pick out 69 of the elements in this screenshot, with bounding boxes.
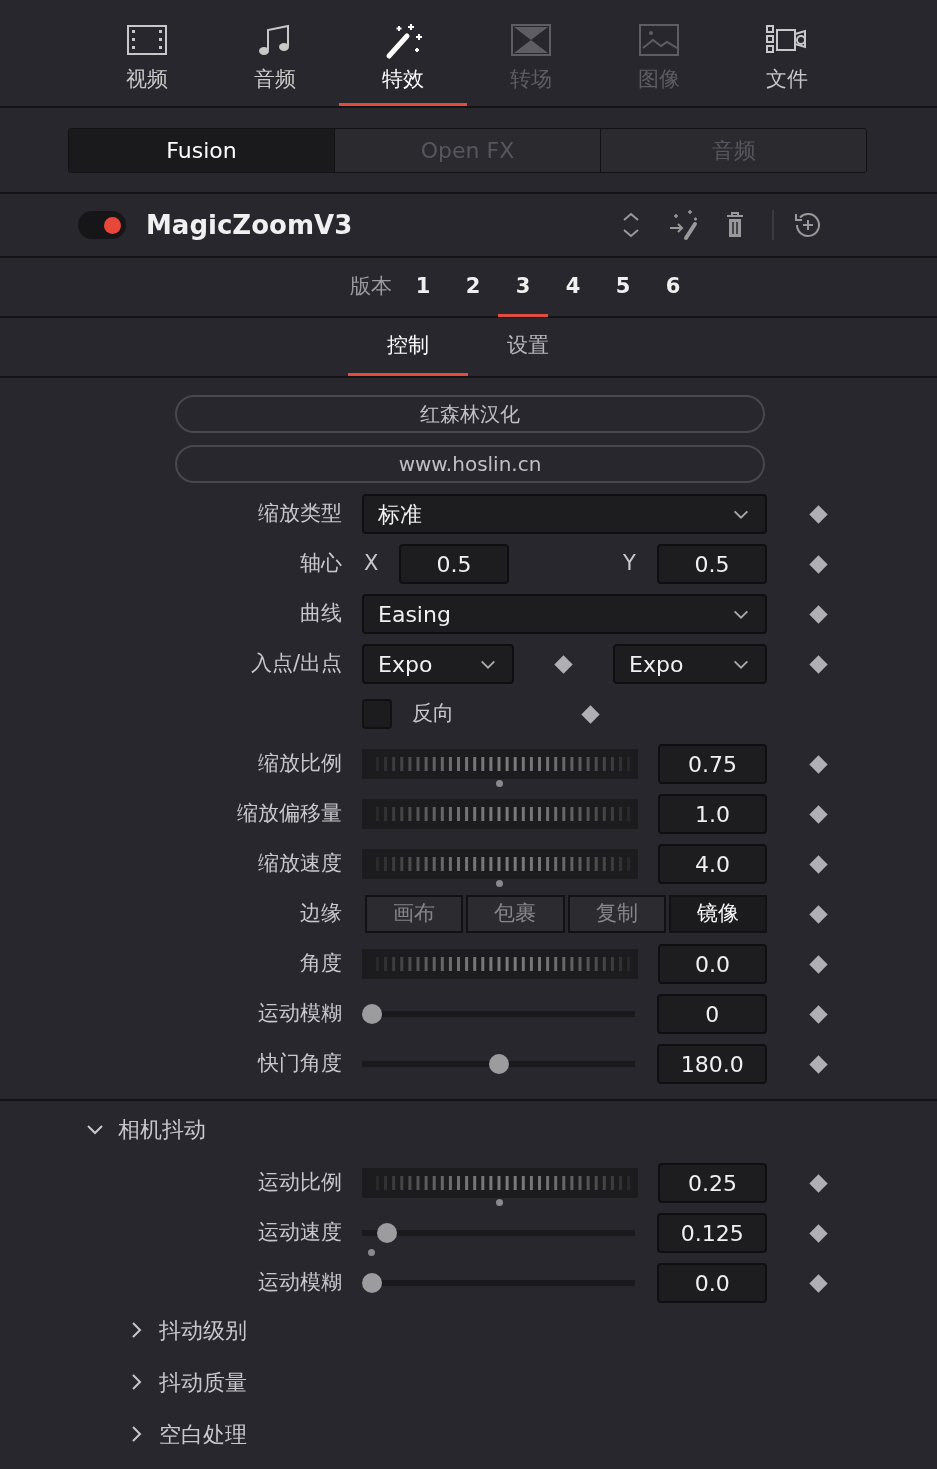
field-label: 运动模糊 [257,1269,342,1297]
checkbox-label: 反向 [412,700,455,728]
axis-label: Y [623,550,637,578]
slider-thumb[interactable] [362,1004,382,1024]
slider-thumb[interactable] [362,1273,382,1293]
number-field[interactable]: 0.5 [399,544,509,584]
pill-button[interactable]: www.hoslin.cn [175,445,765,483]
wand-arrow-icon[interactable] [668,208,698,242]
field-label: 角度 [299,950,342,978]
section-header[interactable]: 相机抖动 [84,1101,206,1157]
number-field[interactable]: 0.0 [657,1263,767,1303]
number-field[interactable]: 1.0 [658,794,767,834]
version-tab[interactable]: 6 [648,257,698,317]
field-label: 边缘 [299,900,342,928]
tab[interactable]: Fusion [69,128,335,172]
dropdown[interactable]: Expo [613,644,767,684]
field-label: 运动比例 [257,1169,342,1197]
section-header[interactable]: 抖动级别 [125,1304,247,1356]
field-label: 快门角度 [256,1050,342,1078]
field-label: 缩放类型 [257,500,342,528]
dropdown[interactable]: Easing [362,594,767,634]
version-tab[interactable]: 5 [598,257,648,317]
pill-button[interactable]: 红森林汉化 [175,395,765,433]
tab[interactable]: 音频 [211,0,339,106]
section-header[interactable]: 空白处理 [125,1408,247,1460]
dropdown[interactable]: Expo [362,644,514,684]
jog-dial[interactable] [362,799,638,829]
number-field[interactable]: 0.125 [657,1213,767,1253]
version-tab[interactable]: 2 [448,257,498,317]
field-label: 入点/出点 [249,650,342,678]
toggle-switch[interactable] [78,211,126,239]
number-field[interactable]: 4.0 [658,844,767,884]
version-tab[interactable]: 4 [548,257,598,317]
tab[interactable]: 设置 [468,318,588,376]
segment-button[interactable]: 复制 [567,895,666,933]
jog-dial[interactable] [362,849,638,879]
segment-button[interactable]: 镜像 [668,895,767,933]
version-label: 版本 [350,273,393,301]
dropdown[interactable]: 标准 [362,494,767,534]
section-header[interactable]: 抖动质量 [125,1356,247,1408]
field-label: 运动速度 [257,1219,342,1247]
version-tab[interactable]: 1 [398,257,448,317]
jog-dial[interactable] [362,949,638,979]
number-field[interactable]: 0.5 [657,544,767,584]
effect-title: MagicZoomV3 [146,208,354,242]
field-label: 缩放速度 [257,850,342,878]
checkbox[interactable] [362,699,392,729]
tab[interactable]: 文件 [723,0,851,106]
segment-button[interactable]: 包裹 [466,895,565,933]
number-field[interactable]: 0.75 [658,744,767,784]
tab[interactable]: 控制 [348,318,468,376]
field-label: 曲线 [299,600,342,628]
jog-dial[interactable] [362,749,638,779]
slider-thumb[interactable] [377,1223,398,1243]
field-label: 轴心 [299,550,342,578]
version-tab[interactable]: 3 [498,257,548,317]
number-field[interactable]: 0.0 [658,944,767,984]
number-field[interactable]: 0 [657,994,767,1034]
slider-thumb[interactable] [489,1054,509,1074]
field-label: 缩放偏移量 [236,800,342,828]
axis-label: X [363,550,380,578]
tab[interactable]: 视频 [83,0,211,106]
tab[interactable]: 特效 [339,0,467,106]
number-field[interactable]: 180.0 [657,1044,767,1084]
field-label: 缩放比例 [257,750,342,778]
field-label: 运动模糊 [257,1000,342,1028]
segment-button[interactable]: 画布 [365,895,464,933]
number-field[interactable]: 0.25 [658,1163,767,1203]
jog-dial[interactable] [362,1168,638,1198]
